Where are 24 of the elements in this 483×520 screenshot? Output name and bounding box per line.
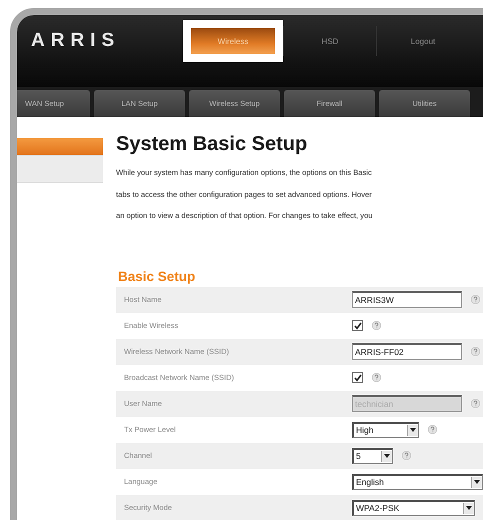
caret-icon	[474, 480, 480, 484]
logo: ARRIS	[31, 30, 122, 52]
help-icon[interactable]	[402, 451, 411, 460]
dropdown[interactable]: High	[352, 422, 419, 438]
checkbox[interactable]	[352, 320, 363, 331]
caret-icon	[384, 454, 390, 458]
help-icon[interactable]	[372, 321, 381, 330]
page-title: System Basic Setup	[116, 133, 308, 156]
sidebar-item[interactable]	[17, 138, 103, 156]
caret-icon	[466, 506, 472, 510]
help-icon[interactable]	[471, 347, 480, 356]
section-title: Basic Setup	[118, 268, 196, 284]
dropdown[interactable]: English	[352, 474, 483, 490]
caret-icon	[410, 428, 416, 432]
nav-tab[interactable]: Logout	[377, 27, 469, 55]
help-icon[interactable]	[372, 373, 381, 382]
dropdown[interactable]: WPA2-PSK	[352, 500, 475, 516]
input-field[interactable]: ARRIS3W	[352, 291, 462, 308]
checkbox[interactable]	[352, 372, 363, 383]
input-field[interactable]: ARRIS-FF02	[352, 343, 462, 360]
nav-tab[interactable]: HSD	[284, 27, 376, 55]
help-icon[interactable]	[428, 425, 437, 434]
dropdown[interactable]: 5	[352, 448, 393, 464]
help-icon[interactable]	[471, 295, 480, 304]
